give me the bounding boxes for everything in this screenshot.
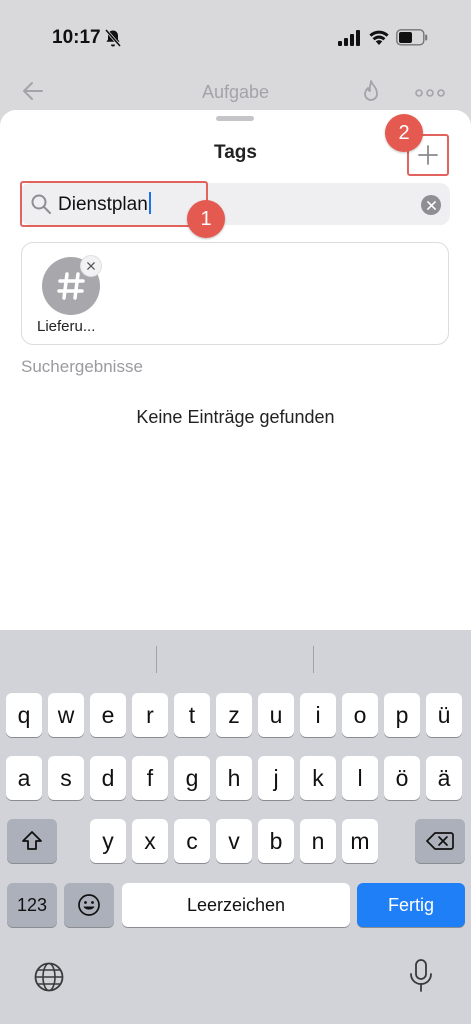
key-m[interactable]: m — [342, 819, 378, 863]
key-e[interactable]: e — [90, 693, 126, 737]
results-header: Suchergebnisse — [21, 357, 143, 376]
emoji-key[interactable] — [64, 883, 114, 927]
key-k[interactable]: k — [300, 756, 336, 800]
key-l[interactable]: l — [342, 756, 378, 800]
key-ä[interactable]: ä — [426, 756, 462, 800]
more-dots-icon — [415, 89, 445, 97]
sheet-grabber[interactable] — [216, 116, 254, 121]
key-ö[interactable]: ö — [384, 756, 420, 800]
bell-off-icon — [104, 29, 122, 47]
close-icon — [87, 262, 95, 270]
selected-tags-box: Lieferu... — [21, 242, 449, 345]
key-b[interactable]: b — [258, 819, 294, 863]
key-r[interactable]: r — [132, 693, 168, 737]
emoji-icon — [78, 894, 100, 916]
microphone-icon[interactable] — [409, 959, 433, 993]
shift-icon — [22, 831, 42, 850]
key-w[interactable]: w — [48, 693, 84, 737]
search-icon — [31, 194, 51, 214]
key-o[interactable]: o — [342, 693, 378, 737]
background-title: Aufgabe — [201, 82, 270, 102]
key-j[interactable]: j — [258, 756, 294, 800]
clear-x-icon — [426, 200, 436, 210]
background-nav-bar: Aufgabe — [0, 75, 471, 111]
keyboard-suggestion-bar — [0, 630, 471, 688]
space-key[interactable]: Leerzeichen — [122, 883, 350, 927]
key-f[interactable]: f — [132, 756, 168, 800]
hashtag-icon — [57, 272, 85, 300]
key-x[interactable]: x — [132, 819, 168, 863]
key-y[interactable]: y — [90, 819, 126, 863]
key-t[interactable]: t — [174, 693, 210, 737]
key-i[interactable]: i — [300, 693, 336, 737]
flame-icon — [364, 80, 378, 101]
search-input-value: Dienstplan — [58, 194, 148, 215]
remove-tag-button[interactable] — [80, 255, 102, 277]
annotation-badge-1: 1 — [187, 200, 225, 238]
globe-icon[interactable] — [33, 961, 65, 993]
key-h[interactable]: h — [216, 756, 252, 800]
plus-icon — [418, 145, 438, 165]
key-q[interactable]: q — [6, 693, 42, 737]
backspace-key[interactable] — [415, 819, 465, 863]
return-key[interactable]: Fertig — [357, 883, 465, 927]
status-bar: 10:17 — [0, 0, 471, 75]
shift-key[interactable] — [7, 819, 57, 863]
backspace-icon — [426, 832, 454, 850]
numbers-key[interactable]: 123 — [7, 883, 57, 927]
empty-results-message: Keine Einträge gefunden — [136, 407, 335, 427]
key-n[interactable]: n — [300, 819, 336, 863]
key-p[interactable]: p — [384, 693, 420, 737]
key-g[interactable]: g — [174, 756, 210, 800]
cellular-signal-icon — [338, 30, 360, 46]
key-a[interactable]: a — [6, 756, 42, 800]
status-time: 10:17 — [52, 27, 101, 48]
search-input[interactable]: Dienstplan — [58, 192, 151, 216]
key-u[interactable]: u — [258, 693, 294, 737]
annotation-badge-2: 2 — [385, 114, 423, 152]
key-s[interactable]: s — [48, 756, 84, 800]
key-ü[interactable]: ü — [426, 693, 462, 737]
battery-icon — [396, 29, 428, 46]
key-d[interactable]: d — [90, 756, 126, 800]
key-z[interactable]: z — [216, 693, 252, 737]
text-caret — [148, 192, 151, 214]
suggestion-divider — [156, 646, 157, 673]
suggestion-divider — [313, 646, 314, 673]
tags-sheet: Tags Dienstplan Lieferu... Suchergebniss… — [0, 110, 471, 650]
wifi-icon — [369, 30, 389, 45]
tag-label: Lieferu... — [37, 318, 96, 335]
key-v[interactable]: v — [216, 819, 252, 863]
key-c[interactable]: c — [174, 819, 210, 863]
clear-search-button[interactable] — [421, 195, 441, 215]
keyboard: qwertzuiopü asdfghjklöä yxcvbnm 123 Leer… — [0, 630, 471, 1024]
